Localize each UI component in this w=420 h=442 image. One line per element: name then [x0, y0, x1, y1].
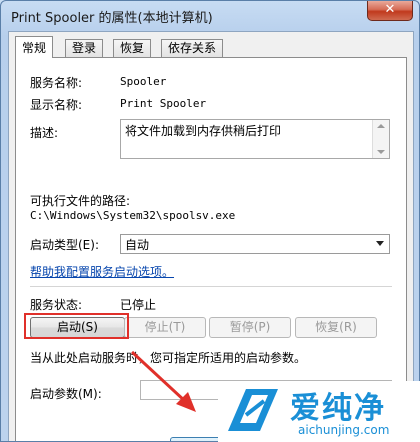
- tab-general[interactable]: 常规: [15, 36, 54, 58]
- watermark-url: aichunjing.com: [298, 423, 390, 437]
- brand-logo-icon: [228, 389, 278, 431]
- arrow-shaft: [130, 350, 188, 404]
- watermark-brand: 爱纯净: [290, 391, 386, 426]
- annotation-arrow: [130, 350, 196, 412]
- watermark: 爱纯净 aichunjing.com: [218, 381, 420, 442]
